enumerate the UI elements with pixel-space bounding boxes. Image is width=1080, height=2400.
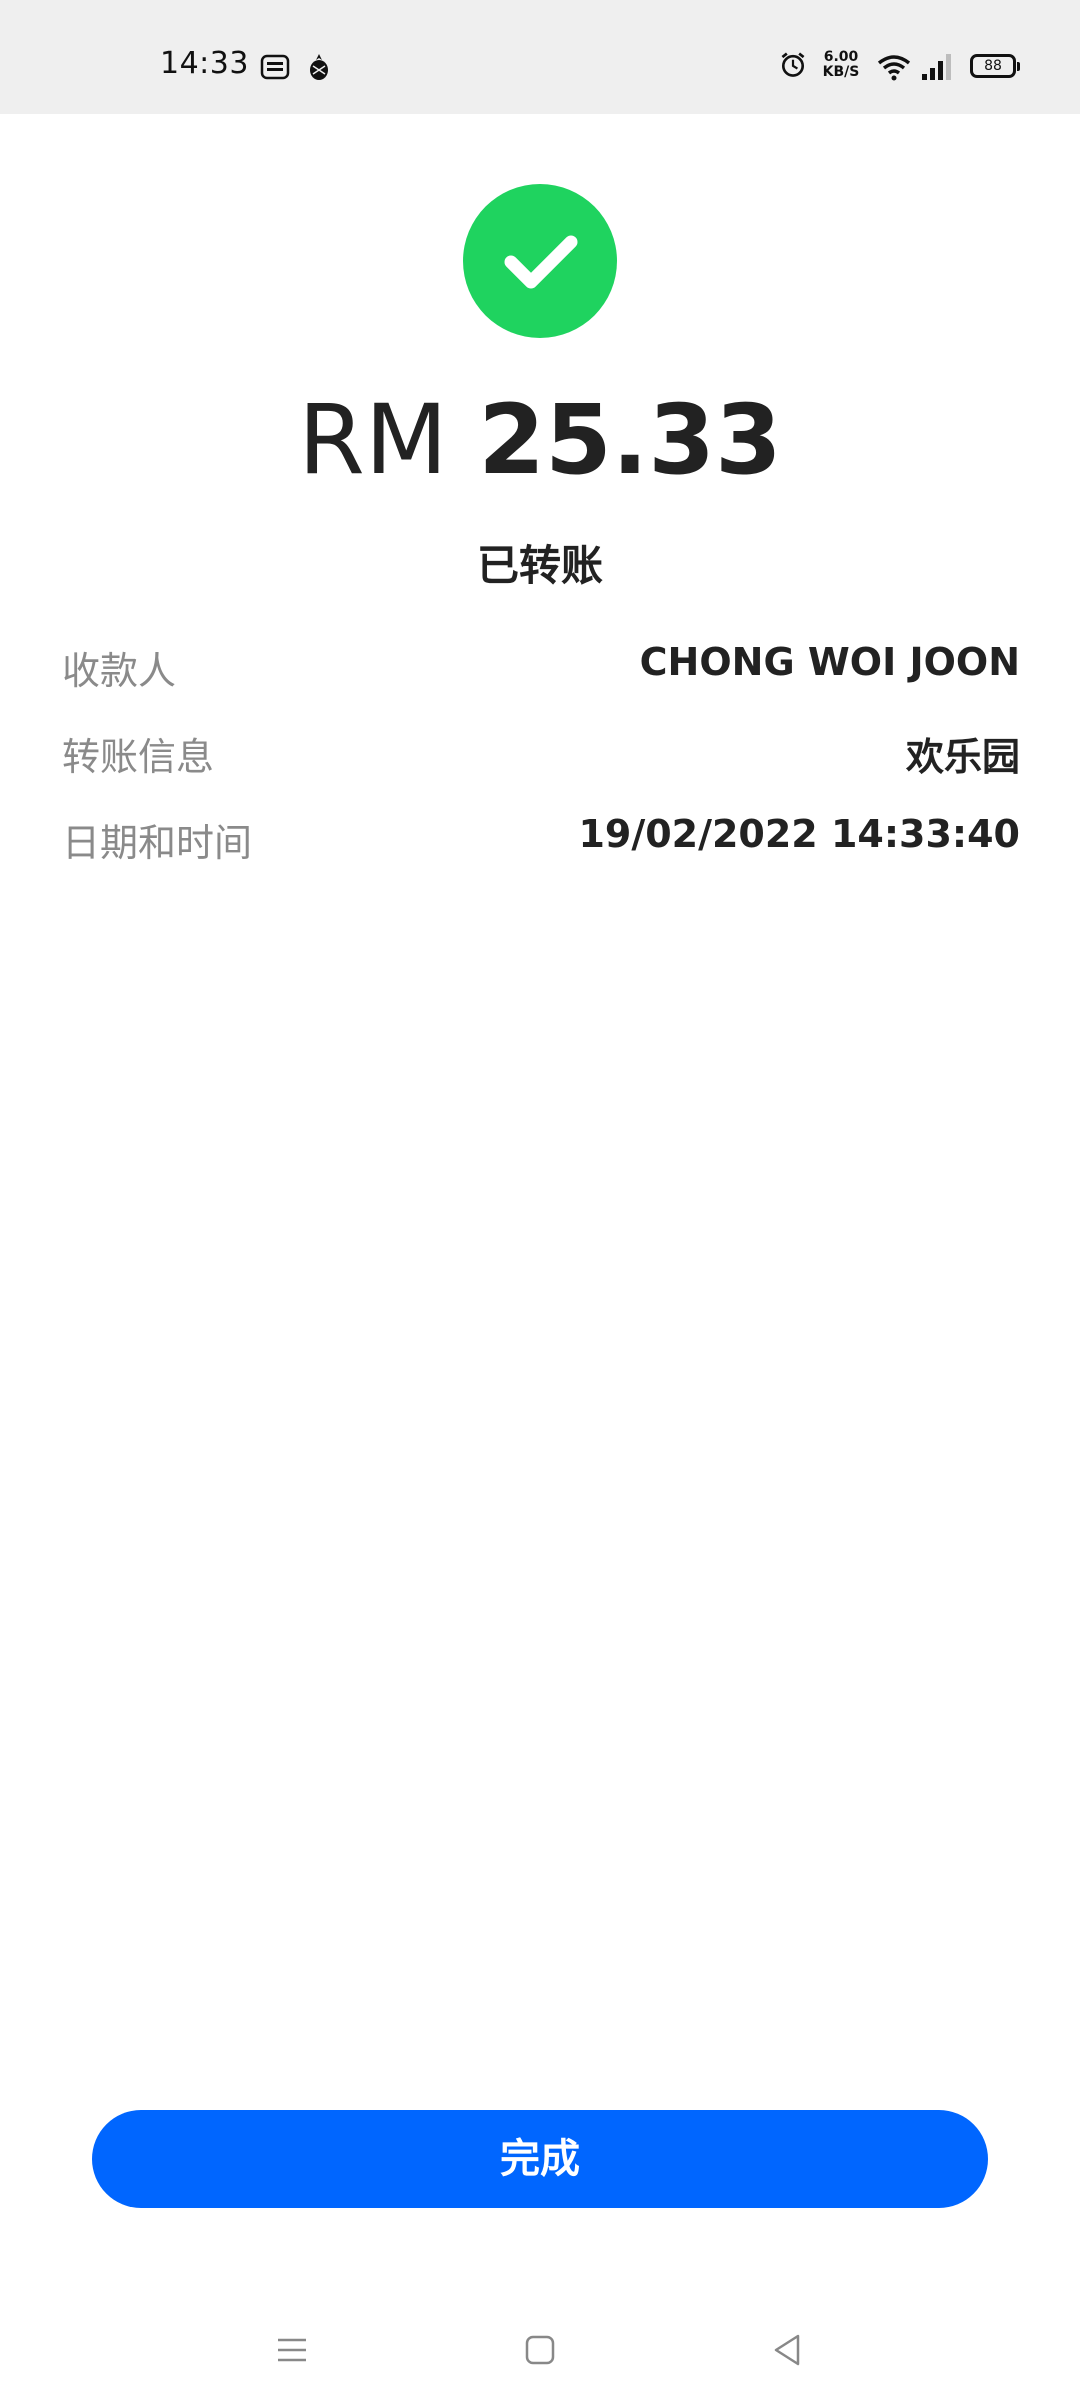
amount-value: 25.33 — [478, 384, 782, 496]
detail-row-recipient: 收款人 CHONG WOI JOON — [62, 630, 1020, 716]
recipient-value: CHONG WOI JOON — [639, 640, 1020, 684]
transfer-details: 收款人 CHONG WOI JOON 转账信息 欢乐园 日期和时间 19/02/… — [62, 630, 1020, 888]
status-time: 14:33 — [160, 46, 249, 81]
touch-n-go-icon — [260, 54, 290, 80]
transfer-status: 已转账 — [476, 541, 603, 590]
navigation-bar — [0, 2300, 1080, 2400]
network-speed: 6.00 KB/S — [818, 50, 864, 80]
network-speed-value: 6.00 — [823, 49, 859, 65]
detail-row-datetime: 日期和时间 19/02/2022 14:33:40 — [62, 802, 1020, 888]
pineapple-icon — [310, 54, 328, 80]
battery-indicator: 88 — [970, 54, 1020, 78]
menu-icon[interactable] — [262, 2320, 322, 2380]
check-circle-icon — [463, 184, 617, 338]
detail-row-message: 转账信息 欢乐园 — [62, 716, 1020, 802]
wifi-icon — [877, 55, 911, 81]
message-label: 转账信息 — [62, 735, 215, 779]
message-value: 欢乐园 — [905, 735, 1020, 779]
status-bar: 14:33 6.00 KB/S 88 — [0, 0, 1080, 114]
network-speed-unit: KB/S — [822, 64, 860, 80]
cellular-signal-icon — [922, 54, 951, 80]
transfer-amount: RM 25.33 — [0, 380, 1080, 500]
datetime-label: 日期和时间 — [62, 821, 253, 865]
alarm-clock-icon — [781, 52, 805, 77]
recipient-label: 收款人 — [62, 649, 177, 693]
home-square-icon[interactable] — [510, 2320, 570, 2380]
done-button[interactable]: 完成 — [92, 2110, 988, 2208]
datetime-value: 19/02/2022 14:33:40 — [578, 812, 1020, 856]
back-triangle-icon[interactable] — [758, 2320, 818, 2380]
amount-currency: RM — [298, 384, 448, 496]
